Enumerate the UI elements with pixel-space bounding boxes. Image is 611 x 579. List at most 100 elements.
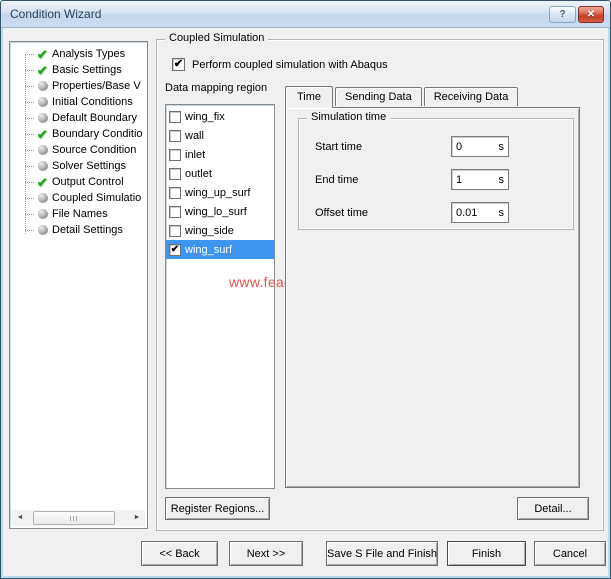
finish-button[interactable]: Finish bbox=[447, 541, 526, 566]
tree-hscrollbar[interactable]: ◄ ► bbox=[12, 510, 145, 526]
sidebar-item-source-condition[interactable]: Source Condition bbox=[12, 142, 145, 158]
sidebar-item-label: Properties/Base V bbox=[52, 80, 141, 92]
tree-branch bbox=[25, 102, 34, 103]
field-unit: s bbox=[499, 141, 505, 153]
bullet-icon bbox=[36, 160, 49, 173]
tree-branch bbox=[25, 150, 34, 151]
bullet-icon bbox=[36, 224, 49, 237]
sidebar-item-label: Detail Settings bbox=[52, 224, 123, 236]
bullet-icon bbox=[36, 96, 49, 109]
save-s-file-and-finish-button[interactable]: Save S File and Finish bbox=[326, 541, 438, 566]
check-icon: ✔ bbox=[174, 59, 183, 70]
tab-receiving-data[interactable]: Receiving Data bbox=[424, 87, 519, 106]
check-icon: ✔ bbox=[36, 64, 49, 77]
region-item-wing-surf[interactable]: ✔wing_surf bbox=[166, 240, 274, 259]
region-item-label: wall bbox=[185, 130, 204, 142]
check-icon: ✔ bbox=[171, 244, 179, 255]
sidebar-item-properties-base-v[interactable]: Properties/Base V bbox=[12, 78, 145, 94]
wizard-steps-tree[interactable]: ✔Analysis Types✔Basic SettingsProperties… bbox=[9, 41, 148, 529]
offset-time-row: Offset time 0.01 s bbox=[315, 202, 561, 223]
titlebar[interactable]: Condition Wizard ? ✕ bbox=[1, 1, 610, 28]
region-item-inlet[interactable]: inlet bbox=[166, 145, 274, 164]
region-item-label: wing_side bbox=[185, 225, 234, 237]
region-checkbox[interactable] bbox=[169, 149, 181, 161]
field-value: 0.01 bbox=[456, 207, 477, 219]
bullet-icon bbox=[36, 192, 49, 205]
region-item-outlet[interactable]: outlet bbox=[166, 164, 274, 183]
coupled-simulation-group: Coupled Simulation ✔ Perform coupled sim… bbox=[156, 39, 604, 531]
field-unit: s bbox=[499, 207, 505, 219]
start-time-input[interactable]: 0s bbox=[451, 136, 509, 157]
cancel-button[interactable]: Cancel bbox=[534, 541, 606, 566]
sidebar-item-label: Boundary Conditio bbox=[52, 128, 143, 140]
bullet-icon bbox=[36, 112, 49, 125]
sidebar-item-default-boundary[interactable]: Default Boundary bbox=[12, 110, 145, 126]
sidebar-item-boundary-conditio[interactable]: ✔Boundary Conditio bbox=[12, 126, 145, 142]
register-regions-button[interactable]: Register Regions... bbox=[165, 497, 270, 520]
bullet-icon bbox=[36, 144, 49, 157]
tree-branch bbox=[25, 118, 34, 119]
sidebar-item-file-names[interactable]: File Names bbox=[12, 206, 145, 222]
simulation-time-group: Simulation time Start time0sEnd time1sOf… bbox=[298, 118, 574, 230]
help-button[interactable]: ? bbox=[549, 6, 576, 23]
tree-branch bbox=[25, 198, 34, 199]
region-checkbox[interactable] bbox=[169, 130, 181, 142]
end-time-label: End time bbox=[315, 174, 358, 186]
tab-sending-data[interactable]: Sending Data bbox=[335, 87, 422, 106]
region-item-label: wing_fix bbox=[185, 111, 225, 123]
help-icon: ? bbox=[559, 9, 565, 20]
sidebar-item-detail-settings[interactable]: Detail Settings bbox=[12, 222, 145, 238]
region-item-wing-fix[interactable]: wing_fix bbox=[166, 107, 274, 126]
offset-time-input[interactable]: 0.01 s bbox=[451, 202, 509, 223]
coupled-sim-checkbox[interactable]: ✔ bbox=[172, 58, 185, 71]
region-checkbox[interactable] bbox=[169, 225, 181, 237]
tab-time[interactable]: Time bbox=[285, 86, 333, 108]
tree-branch bbox=[25, 70, 34, 71]
close-button[interactable]: ✕ bbox=[578, 6, 604, 23]
tree-branch bbox=[25, 86, 34, 87]
sidebar-item-solver-settings[interactable]: Solver Settings bbox=[12, 158, 145, 174]
scroll-right-icon[interactable]: ► bbox=[129, 510, 145, 526]
scroll-left-icon[interactable]: ◄ bbox=[12, 510, 28, 526]
region-item-wing-lo-surf[interactable]: wing_lo_surf bbox=[166, 202, 274, 221]
region-checkbox[interactable] bbox=[169, 206, 181, 218]
region-item-wing-up-surf[interactable]: wing_up_surf bbox=[166, 183, 274, 202]
sidebar-item-initial-conditions[interactable]: Initial Conditions bbox=[12, 94, 145, 110]
tree-branch bbox=[25, 230, 34, 231]
data-mapping-region-label: Data mapping region bbox=[165, 82, 267, 94]
field-value: 0 bbox=[456, 141, 462, 153]
tree-branch bbox=[25, 182, 34, 183]
region-item-label: wing_up_surf bbox=[185, 187, 250, 199]
region-checkbox[interactable]: ✔ bbox=[169, 244, 181, 256]
region-item-wing-side[interactable]: wing_side bbox=[166, 221, 274, 240]
check-icon: ✔ bbox=[36, 176, 49, 189]
sidebar-item-coupled-simulatio[interactable]: Coupled Simulatio bbox=[12, 190, 145, 206]
region-item-wall[interactable]: wall bbox=[166, 126, 274, 145]
detail-button[interactable]: Detail... bbox=[517, 497, 589, 520]
check-icon: ✔ bbox=[36, 48, 49, 61]
bullet-icon bbox=[36, 208, 49, 221]
sidebar-item-label: Analysis Types bbox=[52, 48, 125, 60]
sidebar-item-analysis-types[interactable]: ✔Analysis Types bbox=[12, 46, 145, 62]
end-time-input[interactable]: 1s bbox=[451, 169, 509, 190]
bullet-icon bbox=[36, 80, 49, 93]
sidebar-item-label: Default Boundary bbox=[52, 112, 137, 124]
simulation-time-title: Simulation time bbox=[307, 111, 390, 123]
region-item-label: inlet bbox=[185, 149, 205, 161]
condition-wizard-dialog: Condition Wizard ? ✕ ✔Analysis Types✔Bas… bbox=[0, 0, 611, 579]
region-checkbox[interactable] bbox=[169, 111, 181, 123]
field-value: 1 bbox=[456, 174, 462, 186]
offset-time-label: Offset time bbox=[315, 207, 368, 219]
sidebar-item-basic-settings[interactable]: ✔Basic Settings bbox=[12, 62, 145, 78]
tree-branch bbox=[25, 166, 34, 167]
start-time-label: Start time bbox=[315, 141, 362, 153]
sidebar-item-output-control[interactable]: ✔Output Control bbox=[12, 174, 145, 190]
back-button[interactable]: << Back bbox=[141, 541, 218, 566]
region-checkbox[interactable] bbox=[169, 168, 181, 180]
region-checkbox[interactable] bbox=[169, 187, 181, 199]
coupled-sim-checkbox-row[interactable]: ✔ Perform coupled simulation with Abaqus bbox=[172, 58, 388, 71]
scroll-thumb[interactable] bbox=[33, 511, 115, 525]
tab-bar: TimeSending DataReceiving Data bbox=[285, 86, 520, 108]
next-button[interactable]: Next >> bbox=[229, 541, 303, 566]
region-listbox[interactable]: wing_fixwall inlet outlet wing_up_surf wing_… bbox=[165, 104, 275, 489]
